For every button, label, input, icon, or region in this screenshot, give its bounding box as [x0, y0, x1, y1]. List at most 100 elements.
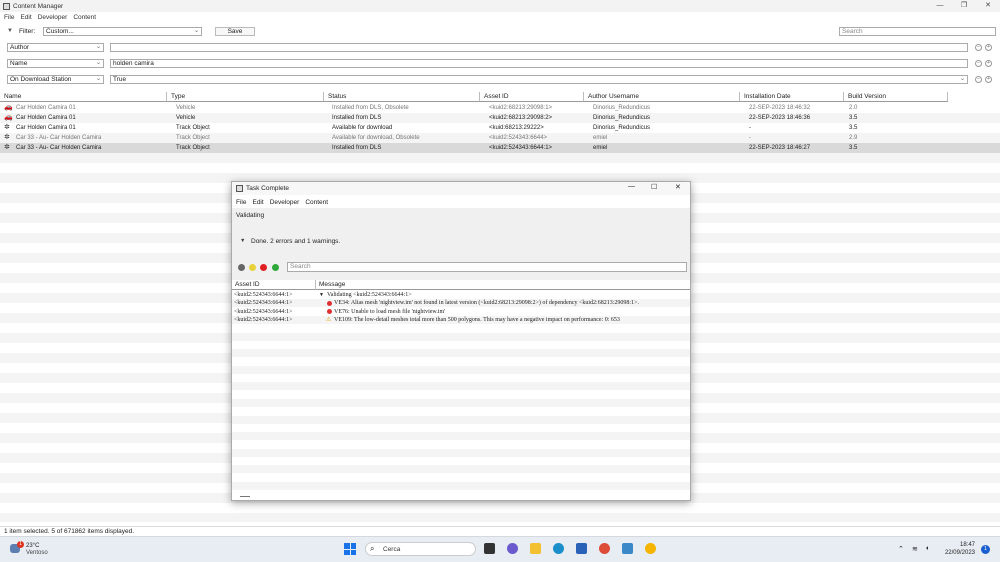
column-header-install-date[interactable]: Installation Date [740, 92, 844, 102]
dialog-column-message[interactable]: Message [319, 281, 345, 288]
table-cell-build: 2.9 [849, 135, 858, 141]
criteria-value-download-station[interactable]: True ⌄ [110, 75, 968, 84]
remove-criteria-icon[interactable]: − [975, 60, 982, 67]
filter-preset-dropdown[interactable]: Custom... ⌄ [43, 27, 202, 36]
table-row[interactable]: 🚗 Car Holden Camira 01 Vehicle Installed fr… [0, 103, 1000, 113]
column-header-status[interactable]: Status [324, 92, 480, 102]
table-cell-type: Track Object [176, 125, 210, 131]
save-button[interactable]: Save [215, 27, 255, 36]
table-cell-asset: <kuid2:524343:6644:1> [489, 145, 553, 151]
clock-date[interactable]: 22/09/2023 [940, 550, 975, 556]
search-input[interactable]: Search [839, 27, 996, 36]
dialog-column-asset-id[interactable]: Asset ID [235, 281, 260, 288]
track-object-icon: ✲ [4, 124, 10, 131]
column-header-name[interactable]: Name [0, 92, 167, 102]
chevron-up-icon[interactable]: ⌃ [898, 545, 904, 553]
empty-row-stripe [232, 382, 690, 391]
chrome-icon[interactable] [599, 543, 610, 554]
maximize-button[interactable]: ❐ [952, 0, 976, 12]
chat-icon[interactable] [507, 543, 518, 554]
volume-icon[interactable]: ◖ [925, 545, 929, 552]
table-cell-date: 22-SEP-2023 18:46:36 [749, 115, 811, 121]
table-cell-build: 3.5 [849, 145, 858, 151]
criteria-field-label: Name [10, 60, 28, 67]
message-row[interactable]: <kuid2:524343:6644:1> VE34: Alias mesh 'n… [232, 299, 690, 307]
message-row[interactable]: <kuid2:524343:6644:1> ⚠ VE109: The low-det… [232, 316, 690, 324]
column-header-build-version[interactable]: Build Version [844, 92, 948, 102]
table-row[interactable]: ✲ Car 33 - Au- Car Holden Camira Track Obj… [0, 143, 1000, 153]
dialog-search-input[interactable]: Search [287, 262, 687, 272]
dialog-menu-edit[interactable]: Edit [252, 199, 263, 206]
summary-expand-icon[interactable]: ▼ [240, 238, 245, 244]
empty-row-stripe [232, 365, 690, 374]
empty-row-stripe [232, 349, 690, 358]
table-cell-asset: <kuid2:68213:29098:2> [489, 115, 553, 121]
table-cell-author: emiel [593, 145, 608, 151]
dialog-list-header: Asset ID Message [232, 280, 690, 290]
trainz-icon[interactable] [645, 543, 656, 554]
filter-all-icon[interactable] [238, 264, 245, 271]
table-row[interactable]: ✲ Car 33 - Au- Car Holden Camira Track Obj… [0, 133, 1000, 143]
filter-error-icon[interactable] [260, 264, 267, 271]
add-criteria-icon[interactable]: + [985, 44, 992, 51]
start-icon[interactable] [344, 543, 356, 555]
vehicle-icon: 🚗 [4, 114, 13, 121]
taskbar-search[interactable]: ⌕ Cerca [365, 542, 476, 556]
criteria-field-download-station[interactable]: On Download Station ⌄ [7, 75, 104, 84]
table-cell-type: Track Object [176, 135, 210, 141]
add-criteria-icon[interactable]: + [985, 60, 992, 67]
notification-badge[interactable]: 1 [981, 545, 990, 554]
content-manager-taskbar-icon[interactable] [622, 543, 633, 554]
dialog-app-icon [236, 185, 243, 192]
resize-grip[interactable] [240, 496, 250, 497]
message-row[interactable]: <kuid2:524343:6644:1> VE76: Unable to loa… [232, 308, 690, 316]
dialog-menu-content[interactable]: Content [305, 199, 328, 206]
window-titlebar: Content Manager — ❐ ✕ [0, 0, 1000, 12]
table-row[interactable]: ✲ Car Holden Camira 01 Track Object Availab… [0, 123, 1000, 133]
weather-desc: Ventoso [26, 550, 48, 556]
filter-info-icon[interactable] [272, 264, 279, 271]
dialog-close-button[interactable]: ✕ [675, 183, 681, 191]
remove-criteria-icon[interactable]: − [975, 44, 982, 51]
dialog-minimize-button[interactable]: — [628, 183, 635, 190]
criteria-field-name[interactable]: Name ⌄ [7, 59, 104, 68]
empty-row-stripe [232, 448, 690, 457]
wifi-icon[interactable]: ≋ [912, 545, 918, 553]
file-explorer-icon[interactable] [530, 543, 541, 554]
menu-file[interactable]: File [4, 14, 14, 21]
task-view-icon[interactable] [484, 543, 495, 554]
taskbar-search-label: Cerca [383, 546, 401, 553]
criteria-value-name[interactable]: holden camira [110, 59, 968, 68]
dialog-menu-file[interactable]: File [236, 199, 246, 206]
table-cell-author: Dinorius_Redundicus [593, 105, 651, 111]
table-cell-name: Car 33 - Au- Car Holden Camira [16, 135, 102, 141]
criteria-field-author[interactable]: Author ⌄ [7, 43, 104, 52]
menu-developer[interactable]: Developer [38, 14, 68, 21]
close-button[interactable]: ✕ [976, 0, 1000, 12]
add-criteria-icon[interactable]: + [985, 76, 992, 83]
menu-edit[interactable]: Edit [20, 14, 31, 21]
criteria-value-author[interactable] [110, 43, 968, 52]
minimize-button[interactable]: — [928, 0, 952, 12]
chevron-down-icon: ⌄ [95, 76, 101, 82]
table-cell-date: - [749, 125, 751, 131]
chevron-down-icon: ⌄ [959, 76, 965, 82]
message-row[interactable]: <kuid2:524343:6644:1> ▼ Validating <kuid2:… [232, 291, 690, 299]
dialog-maximize-button[interactable]: ☐ [651, 183, 657, 191]
criteria-value-label: True [113, 76, 127, 83]
expand-icon: ▼ [319, 292, 324, 298]
filter-warning-icon[interactable] [249, 264, 256, 271]
clock-time[interactable]: 18:47 [943, 542, 975, 548]
column-header-author[interactable]: Author Username [584, 92, 740, 102]
edge-icon[interactable] [553, 543, 564, 554]
column-header-type[interactable]: Type [167, 92, 324, 102]
dialog-menu-developer[interactable]: Developer [270, 199, 300, 206]
filter-label: Filter: [19, 28, 36, 35]
menu-content[interactable]: Content [73, 14, 96, 21]
table-row[interactable]: 🚗 Car Holden Camira 01 Vehicle Installed fr… [0, 113, 1000, 123]
store-icon[interactable] [576, 543, 587, 554]
remove-criteria-icon[interactable]: − [975, 76, 982, 83]
filter-collapse-icon[interactable]: ▼ [7, 28, 13, 34]
column-header-asset-id[interactable]: Asset ID [480, 92, 584, 102]
table-cell-name: Car 33 - Au- Car Holden Camira [16, 145, 102, 151]
